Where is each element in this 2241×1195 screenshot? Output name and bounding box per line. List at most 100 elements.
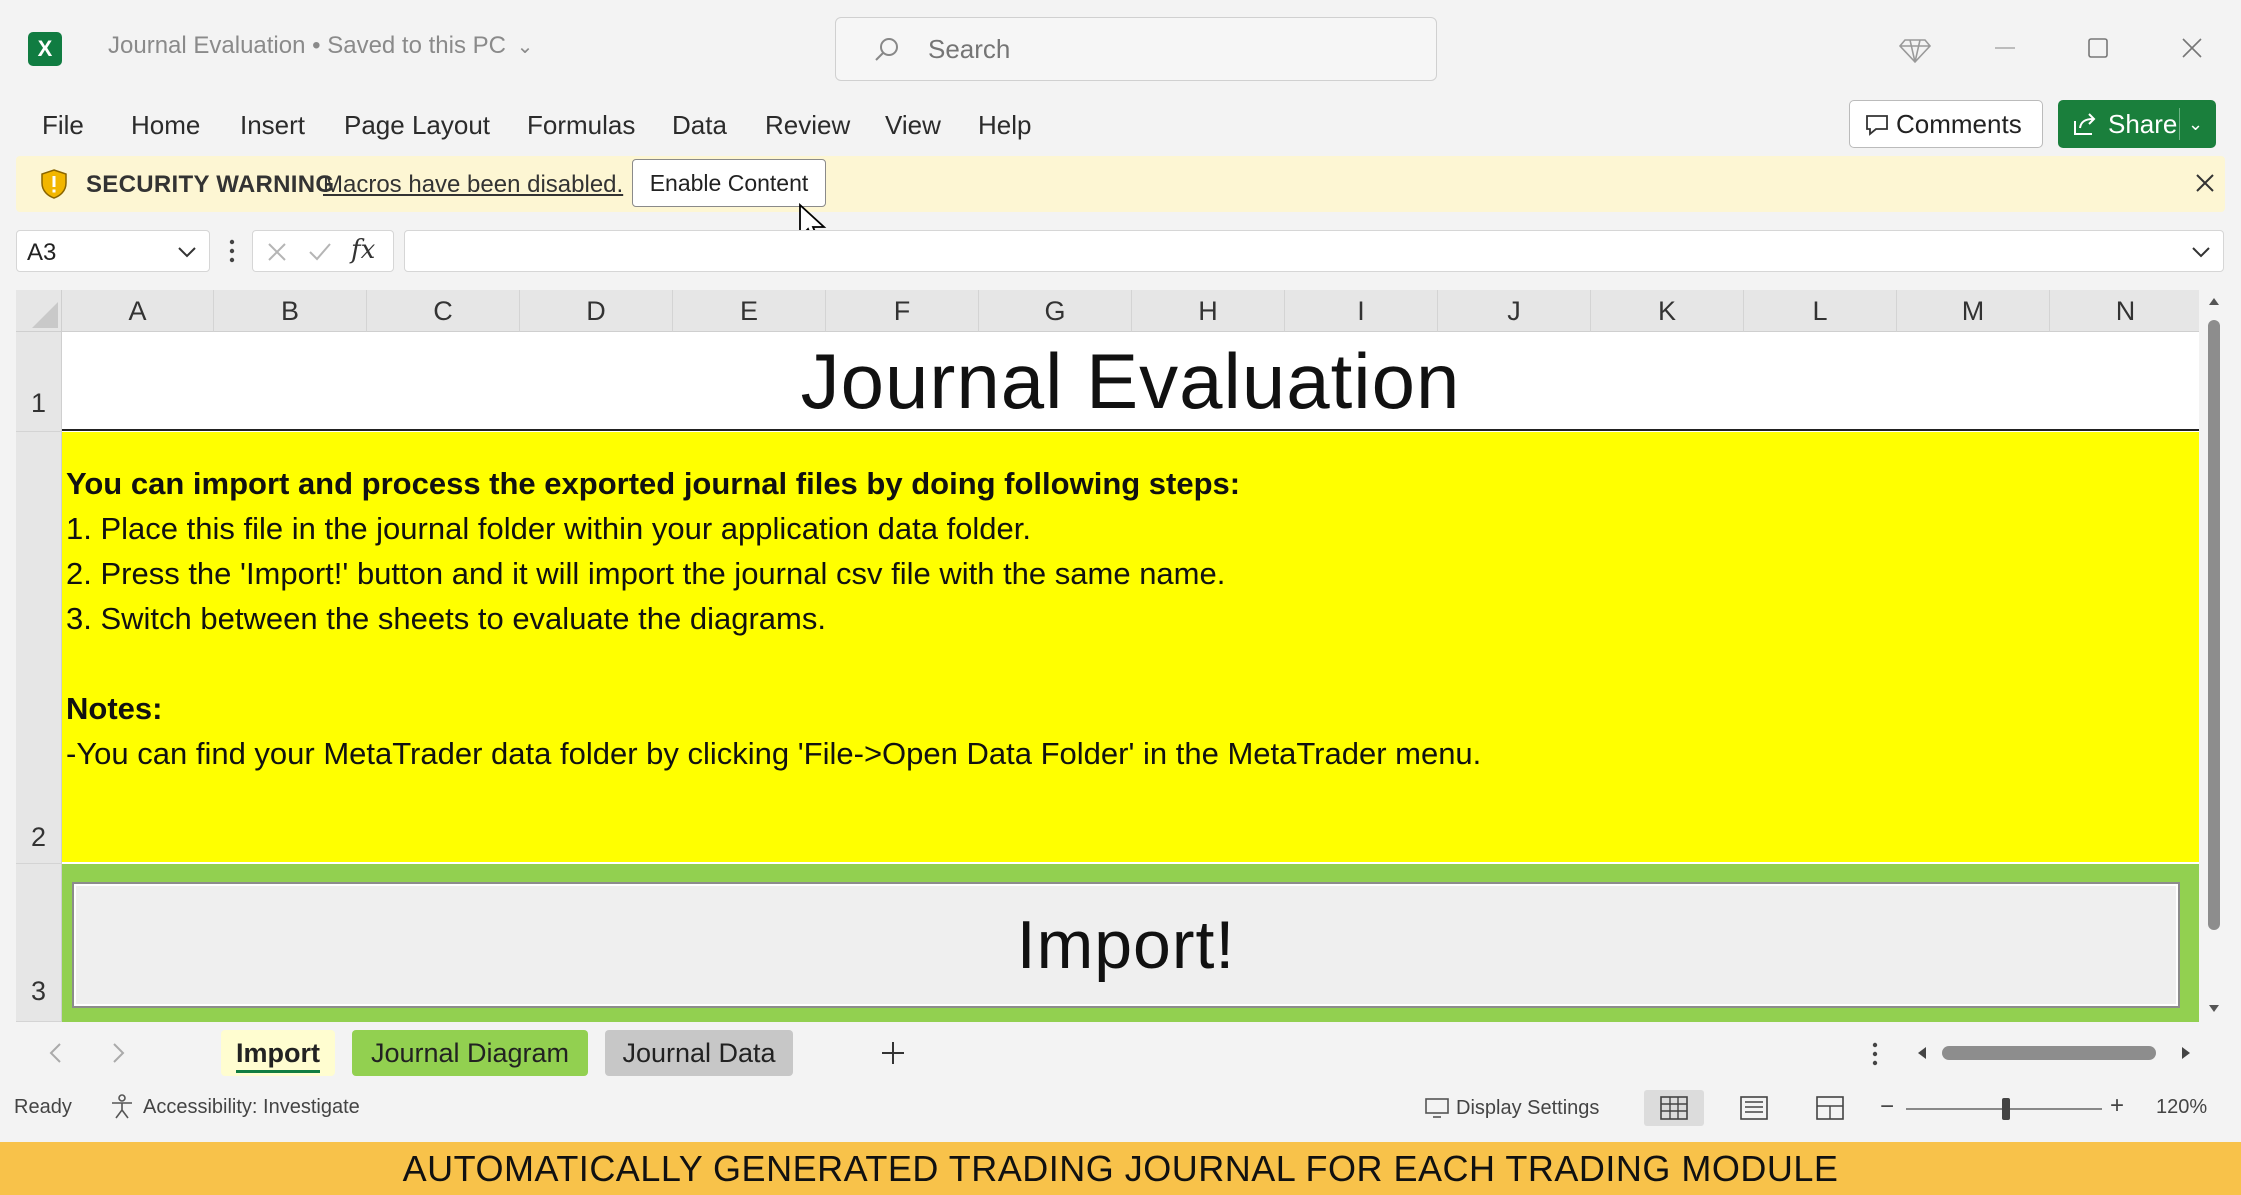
- chevron-right-icon[interactable]: [106, 1040, 130, 1066]
- save-status: • Saved to this PC: [312, 32, 506, 59]
- column-header-e[interactable]: E: [673, 290, 826, 332]
- zoom-slider[interactable]: [1906, 1098, 2102, 1120]
- close-icon[interactable]: [2172, 28, 2212, 68]
- display-settings-button[interactable]: Display Settings: [1424, 1092, 1599, 1124]
- column-header-g[interactable]: G: [979, 290, 1132, 332]
- vertical-scroll-thumb[interactable]: [2208, 320, 2220, 930]
- chevron-down-icon[interactable]: [175, 241, 199, 263]
- cancel-icon[interactable]: [265, 240, 289, 264]
- sheet-tab-label: Import: [236, 1038, 320, 1073]
- sheet-tab-import[interactable]: Import: [221, 1030, 335, 1076]
- maximize-icon[interactable]: [2078, 28, 2118, 68]
- scroll-up-icon[interactable]: [2207, 294, 2221, 308]
- scroll-left-icon[interactable]: [1914, 1045, 1930, 1061]
- shield-icon: [41, 169, 67, 199]
- column-header-c[interactable]: C: [367, 290, 520, 332]
- scroll-down-icon[interactable]: [2207, 1002, 2221, 1016]
- spreadsheet-grid[interactable]: ABCDEFGHIJKLMN 1 2 3 Journal Evaluation …: [16, 290, 2199, 1022]
- title-bar: X Journal Evaluation • Saved to this PC …: [0, 0, 2241, 96]
- tab-formulas[interactable]: Formulas: [527, 110, 635, 141]
- notes-heading: Notes:: [66, 691, 163, 726]
- row-header-1[interactable]: 1: [16, 332, 62, 432]
- zoom-level[interactable]: 120%: [2156, 1096, 2207, 1119]
- import-cell[interactable]: Import!: [62, 864, 2199, 1022]
- notes-text: -You can find your MetaTrader data folde…: [66, 736, 1482, 771]
- document-name: Journal Evaluation: [108, 32, 306, 59]
- more-options-icon[interactable]: [1868, 1040, 1882, 1068]
- normal-view-icon[interactable]: [1644, 1090, 1704, 1126]
- search-box[interactable]: [835, 17, 1437, 81]
- search-icon: [875, 38, 898, 61]
- horizontal-scrollbar[interactable]: [1910, 1040, 2200, 1066]
- accessibility-status[interactable]: Accessibility: Investigate: [143, 1096, 360, 1119]
- accessibility-icon[interactable]: [108, 1093, 136, 1121]
- tab-insert[interactable]: Insert: [240, 110, 305, 141]
- formula-bar: A3 fx: [0, 222, 2241, 278]
- chevron-left-icon[interactable]: [44, 1040, 68, 1066]
- instruction-step-2: 2. Press the 'Import!' button and it wil…: [66, 556, 1226, 591]
- tab-home[interactable]: Home: [131, 110, 200, 141]
- zoom-in-button[interactable]: +: [2110, 1092, 2124, 1120]
- zoom-slider-knob[interactable]: [2002, 1098, 2010, 1120]
- row-header-2[interactable]: 2: [16, 432, 62, 864]
- tab-view[interactable]: View: [885, 110, 941, 141]
- vertical-scrollbar[interactable]: [2203, 290, 2225, 1022]
- column-header-d[interactable]: D: [520, 290, 673, 332]
- column-header-j[interactable]: J: [1438, 290, 1591, 332]
- page-break-view-icon[interactable]: [1800, 1090, 1860, 1126]
- column-header-b[interactable]: B: [214, 290, 367, 332]
- import-button[interactable]: Import!: [72, 882, 2180, 1008]
- name-box-value: A3: [27, 239, 57, 266]
- tab-review[interactable]: Review: [765, 110, 850, 141]
- more-options-icon[interactable]: [224, 236, 240, 266]
- sheet-tabs-bar: Import Journal Diagram Journal Data: [0, 1024, 2241, 1082]
- horizontal-scroll-thumb[interactable]: [1942, 1046, 2156, 1060]
- comments-button[interactable]: Comments: [1849, 100, 2043, 148]
- excel-window: X Journal Evaluation • Saved to this PC …: [0, 0, 2241, 1195]
- excel-logo-icon[interactable]: X: [28, 32, 62, 66]
- comments-label: Comments: [1896, 109, 2022, 139]
- tab-page-layout[interactable]: Page Layout: [344, 110, 490, 141]
- scroll-right-icon[interactable]: [2178, 1045, 2194, 1061]
- minimize-icon[interactable]: [1985, 28, 2025, 68]
- row-header-3[interactable]: 3: [16, 864, 62, 1022]
- sheet-tab-journal-diagram[interactable]: Journal Diagram: [352, 1030, 588, 1076]
- check-icon[interactable]: [307, 240, 333, 264]
- column-header-l[interactable]: L: [1744, 290, 1897, 332]
- display-settings-icon: [1425, 1098, 1449, 1118]
- search-input[interactable]: [928, 32, 1408, 66]
- chevron-down-icon[interactable]: ⌄: [2188, 100, 2203, 148]
- column-header-k[interactable]: K: [1591, 290, 1744, 332]
- column-header-m[interactable]: M: [1897, 290, 2050, 332]
- column-header-a[interactable]: A: [62, 290, 214, 332]
- enable-content-button[interactable]: Enable Content: [632, 159, 826, 207]
- zoom-out-button[interactable]: −: [1880, 1093, 1894, 1121]
- security-warning-title: SECURITY WARNING: [86, 171, 335, 198]
- chevron-down-icon[interactable]: [2189, 241, 2213, 263]
- sheet-title: Journal Evaluation: [800, 337, 1461, 425]
- document-title[interactable]: Journal Evaluation • Saved to this PC ⌄: [108, 32, 533, 60]
- column-header-n[interactable]: N: [2050, 290, 2199, 332]
- share-button[interactable]: Share ⌄: [2058, 100, 2216, 148]
- name-box[interactable]: A3: [16, 230, 210, 272]
- diamond-icon[interactable]: [1895, 28, 1935, 68]
- formula-input[interactable]: [404, 230, 2224, 272]
- select-all-button[interactable]: [16, 290, 62, 332]
- add-sheet-icon[interactable]: [876, 1036, 910, 1070]
- close-icon[interactable]: [2192, 170, 2218, 196]
- tab-file[interactable]: File: [42, 110, 84, 141]
- tab-help[interactable]: Help: [978, 110, 1031, 141]
- title-cell[interactable]: Journal Evaluation: [62, 332, 2199, 431]
- instructions-cell[interactable]: You can import and process the exported …: [62, 432, 2199, 862]
- formula-controls: fx: [252, 230, 394, 272]
- column-header-f[interactable]: F: [826, 290, 979, 332]
- page-layout-view-icon[interactable]: [1724, 1090, 1784, 1126]
- insert-function-button[interactable]: fx: [351, 235, 375, 265]
- macros-disabled-link[interactable]: Macros have been disabled.: [323, 171, 623, 199]
- sheet-tab-journal-data[interactable]: Journal Data: [605, 1030, 793, 1076]
- column-header-h[interactable]: H: [1132, 290, 1285, 332]
- share-icon: [2074, 113, 2096, 135]
- display-settings-label: Display Settings: [1456, 1097, 1600, 1119]
- tab-data[interactable]: Data: [672, 110, 727, 141]
- column-header-i[interactable]: I: [1285, 290, 1438, 332]
